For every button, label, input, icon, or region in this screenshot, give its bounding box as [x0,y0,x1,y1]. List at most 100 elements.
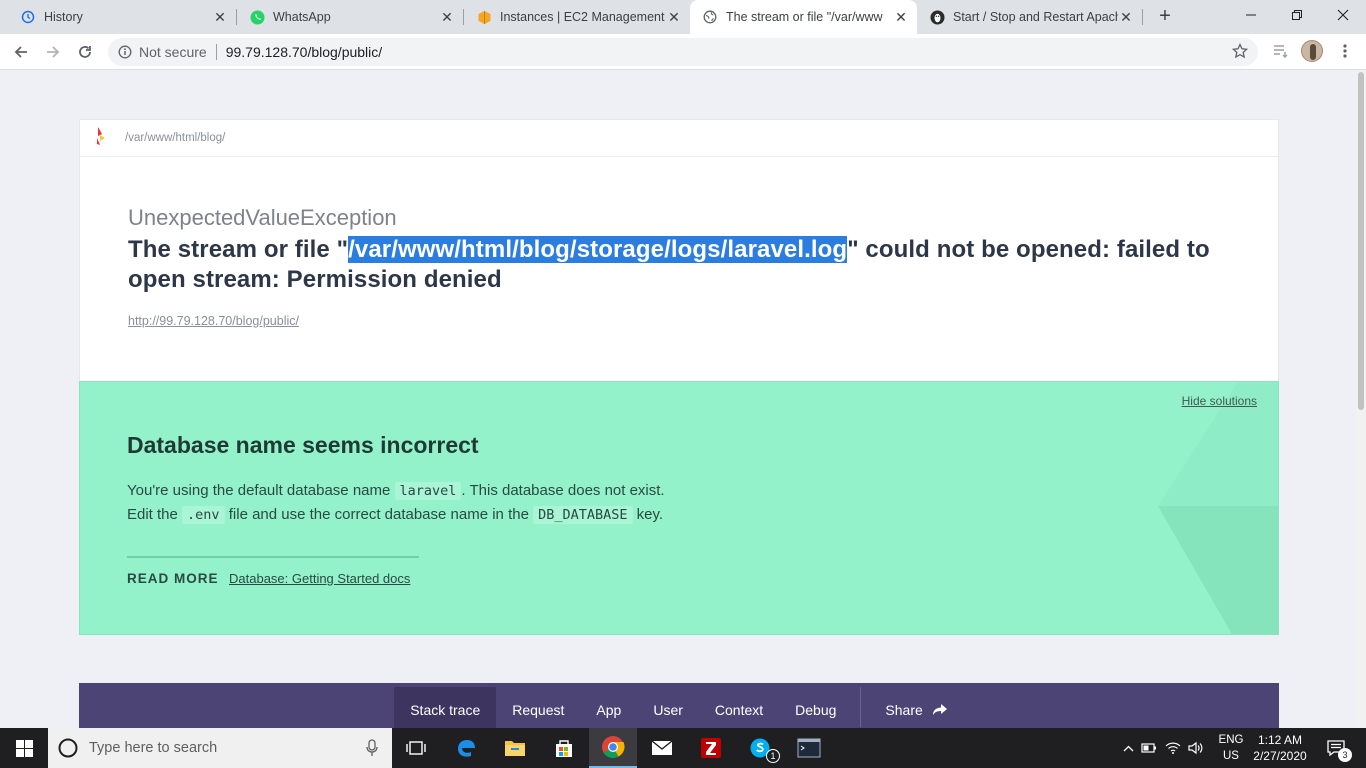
arrow-right-icon [47,46,60,58]
share-label: Share [885,701,923,718]
message-highlighted-path: /var/www/html/blog/storage/logs/laravel.… [348,236,848,263]
tab-app[interactable]: App [580,687,637,728]
task-view-button[interactable] [392,728,440,768]
code-env: .env [182,506,225,524]
browser-toolbar: Not secure 99.79.128.70/blog/public/ [0,34,1366,70]
skype-taskbar-button[interactable]: 1 [736,728,784,768]
url-text[interactable]: 99.79.128.70/blog/public/ [226,44,382,60]
page-viewport: /var/www/html/blog/ UnexpectedValueExcep… [0,70,1356,728]
solution-panel: Hide solutions Database name seems incor… [79,381,1279,635]
chrome-icon [602,736,625,758]
info-icon [118,45,132,59]
more-vert-icon [1343,44,1347,58]
wifi-icon[interactable] [1162,741,1184,755]
battery-icon[interactable] [1136,743,1162,753]
share-arrow-icon [932,703,947,715]
close-icon[interactable]: ✕ [212,9,228,25]
tab-history[interactable]: History ✕ [0,0,236,34]
system-clock[interactable]: 1:12 AM 2/27/2020 [1250,732,1310,764]
chrome-taskbar-button[interactable] [589,728,637,768]
filezilla-taskbar-button[interactable] [687,728,735,768]
skype-badge: 1 [766,749,780,763]
tab-error-page[interactable]: The stream or file "/var/www ✕ [690,0,917,34]
whatsapp-icon [249,9,265,25]
tab-title: WhatsApp [273,10,331,24]
share-button[interactable]: Share [869,687,963,728]
windows-logo-icon [15,739,33,757]
app-path: /var/www/html/blog/ [125,132,226,144]
mail-icon [651,740,673,755]
scrollbar-thumb[interactable] [1358,72,1364,410]
new-tab-button[interactable]: + [1153,5,1177,29]
maximize-button[interactable] [1274,0,1320,30]
solution-description: You're using the default database name l… [127,479,665,527]
minimize-button[interactable] [1228,0,1274,30]
system-tray [1120,728,1208,768]
reading-list-icon[interactable] [1270,40,1292,62]
tab-whatsapp[interactable]: WhatsApp ✕ [237,0,463,34]
language-code: ENG [1218,734,1244,746]
message-prefix: The stream or file " [128,236,349,263]
text: Edit the [127,506,183,523]
tab-user[interactable]: User [637,687,699,728]
address-bar[interactable]: Not secure 99.79.128.70/blog/public/ [108,38,1258,66]
tab-debug[interactable]: Debug [779,687,852,728]
tab-request[interactable]: Request [496,687,580,728]
tab-title: History [44,10,83,24]
start-button[interactable] [0,728,48,768]
divider [215,44,217,60]
volume-icon[interactable] [1184,741,1208,755]
taskbar-search-box[interactable]: Type here to search [48,728,392,768]
task-view-icon [406,741,426,755]
tab-stack-trace[interactable]: Stack trace [394,687,497,728]
exception-card: /var/www/html/blog/ UnexpectedValueExcep… [79,119,1279,383]
close-icon[interactable]: ✕ [893,9,909,25]
hide-solutions-link[interactable]: Hide solutions [1182,394,1257,408]
arrow-left-icon [14,46,27,58]
reload-button[interactable] [71,38,99,66]
tab-apache-guide[interactable]: Start / Stop and Restart Apach ✕ [917,0,1142,34]
terminal-icon [797,738,821,758]
terminal-taskbar-button[interactable] [785,728,833,768]
profile-avatar[interactable] [1300,40,1324,62]
solution-title: Database name seems incorrect [127,432,479,458]
close-icon[interactable]: ✕ [666,9,682,25]
divider [860,687,862,727]
close-window-button[interactable] [1320,0,1366,30]
tab-ec2-instances[interactable]: Instances | EC2 Management C ✕ [464,0,690,34]
divider [127,556,419,558]
tab-title: The stream or file "/var/www [726,10,883,24]
bookmark-star-icon[interactable] [1231,42,1249,62]
search-placeholder: Type here to search [89,740,218,756]
history-icon [20,9,36,25]
file-explorer-taskbar-button[interactable] [491,728,539,768]
chevron-up-icon[interactable] [1120,745,1136,752]
forward-button[interactable] [39,38,67,66]
action-center-button[interactable]: 3 [1316,728,1356,768]
request-url-link[interactable]: http://99.79.128.70/blog/public/ [128,314,299,328]
app-path-bar: /var/www/html/blog/ [80,120,1278,157]
back-button[interactable] [7,38,35,66]
text: file and use the correct database name i… [224,506,534,523]
input-language[interactable]: ENG US [1216,732,1246,764]
store-taskbar-button[interactable] [540,728,588,768]
tab-separator [1142,9,1143,25]
read-more-label: READ MORE [127,571,219,586]
avatar [1301,40,1323,62]
page-scrollbar[interactable] [1356,70,1366,728]
close-icon[interactable]: ✕ [439,9,455,25]
close-icon[interactable]: ✕ [1118,9,1134,25]
edge-taskbar-button[interactable] [442,728,490,768]
docs-link[interactable]: Database: Getting Started docs [229,571,410,586]
filezilla-icon [701,738,721,758]
exception-message: The stream or file "/var/www/html/blog/s… [128,235,1230,295]
microphone-icon[interactable] [366,739,378,757]
tab-context[interactable]: Context [699,687,779,728]
minimize-icon [1246,14,1256,16]
mail-taskbar-button[interactable] [638,728,686,768]
code-laravel: laravel [394,482,462,500]
linuxize-icon [929,9,945,25]
menu-button[interactable] [1334,40,1356,62]
site-info[interactable]: Not secure [108,44,207,60]
solution-line-1: You're using the default database name l… [127,479,665,503]
